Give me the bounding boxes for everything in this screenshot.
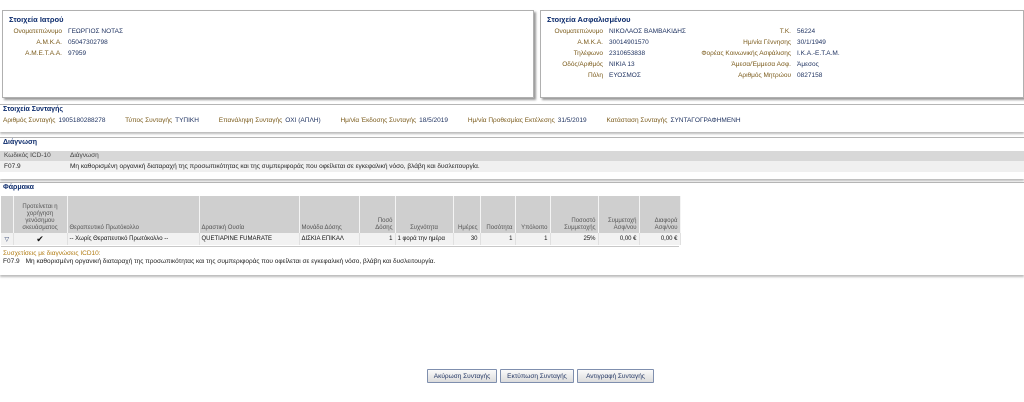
column-header-expand	[1, 196, 14, 233]
column-header-unit: Μονάδα Δόσης	[299, 196, 360, 233]
prescription-fields: Αριθμός Συνταγής 1905180288278 Τύπος Συντ…	[3, 117, 759, 124]
field-label: Ονοματεπώνυμο	[554, 28, 603, 35]
column-header-copay: Συμμετοχή Ασφ/νου	[598, 196, 640, 233]
drug-difference: 0,00 €	[639, 233, 681, 245]
doctor-amka-value: 05047302798	[68, 39, 108, 46]
drug-substance: QUETIAPINE FUMARATE	[199, 233, 300, 245]
drug-protocol: -- Χωρίς Θεραπευτικό Πρωτόκολλο --	[67, 233, 200, 245]
insured-right-fields: Τ.Κ. 56224 Ημ/νία Γέννησης 30/1/1949 Φορέα…	[691, 26, 840, 81]
field-label: Α.Μ.Ε.Τ.Α.Α.	[25, 50, 62, 57]
insured-name-value: ΝΙΚΟΛΑΟΣ ΒΑΜΒΑΚΙΔΗΣ	[609, 28, 686, 35]
field-label: Πόλη	[587, 72, 603, 79]
column-header-difference: Διαφορά Ασφ/νου	[639, 196, 681, 233]
diagnosis-description: Μη καθορισμένη οργανική διαταραχή της πρ…	[70, 163, 480, 170]
expand-row-icon[interactable]: ▽	[1, 233, 14, 245]
field-label: Άμεσα/Έμμεσα Ασφ.	[731, 61, 791, 68]
diagnosis-code: F07.9	[4, 163, 21, 170]
prescription-title: Στοιχεία Συνταγής	[3, 106, 63, 113]
prescription-type-value: ΤΥΠΙΚΗ	[175, 117, 199, 124]
drug-frequency: 1 φορά την ημέρα	[395, 233, 454, 245]
print-prescription-button[interactable]: Εκτύπωση Συνταγής	[500, 369, 574, 383]
drugs-table-header: Προτείνεται η χορήγηση γενόσημου σκευάσμ…	[1, 196, 681, 233]
icd-associations: Συσχετίσεις με διαγνώσεις ICD10: F07.9 Μη…	[3, 250, 435, 266]
diagnosis-table-header: Κωδικός ICD-10 Διάγνωση	[0, 151, 1024, 161]
prescription-number-value: 1905180288278	[58, 117, 106, 124]
insured-birthdate-value: 30/1/1949	[797, 39, 826, 46]
doctor-panel: Στοιχεία Ιατρού Ονοματεπώνυμο ΓΕΩΡΓΙΟΣ ΝΟ…	[2, 10, 534, 98]
field-label: Επανάληψη Συνταγής	[218, 117, 283, 124]
copy-prescription-button[interactable]: Αντιγραφή Συνταγής	[577, 369, 654, 383]
column-header-quantity: Ποσότητα	[480, 196, 516, 233]
field-label: Κατάσταση Συνταγής	[606, 117, 668, 124]
doctor-fields: Ονοματεπώνυμο ΓΕΩΡΓΙΟΣ ΝΟΤΑΣ Α.Μ.Κ.Α. 0504…	[7, 26, 123, 59]
drugs-table-divider	[1, 246, 679, 247]
prescription-status-value: ΣΥΝΤΑΓΟΓΡΑΦΗΜΕΝΗ	[670, 117, 741, 124]
drug-remaining: 1	[515, 233, 551, 245]
insured-panel: Στοιχεία Ασφαλισμένου Ονοματεπώνυμο ΝΙΚΟΛ…	[540, 10, 1024, 98]
field-label: Φορέας Κοινωνικής Ασφάλισης	[701, 50, 791, 57]
insured-phone-value: 2310653838	[609, 50, 646, 57]
drug-days: 30	[453, 233, 481, 245]
column-header-dose: Ποσό Δόσης	[359, 196, 396, 233]
insured-left-fields: Ονοματεπώνυμο ΝΙΚΟΛΑΟΣ ΒΑΜΒΑΚΙΔΗΣ Α.Μ.Κ.Α…	[545, 26, 686, 81]
field-label: Τ.Κ.	[779, 28, 791, 35]
drugs-table: Προτείνεται η χορήγηση γενόσημου σκευάσμ…	[1, 196, 681, 245]
column-header-generic: Προτείνεται η χορήγηση γενόσημου σκευάσμ…	[13, 196, 68, 233]
drug-quantity: 1	[480, 233, 516, 245]
field-label: Α.Μ.Κ.Α.	[36, 39, 62, 46]
field-label: Α.Μ.Κ.Α.	[577, 39, 603, 46]
prescription-issue-date-value: 18/5/2019	[419, 117, 449, 124]
icd-association-description: Μη καθορισμένη οργανική διαταραχή της πρ…	[25, 258, 436, 265]
field-label: Ημ/νία Προθεσμίας Εκτέλεσης	[467, 117, 555, 124]
field-label: Ημ/νία Γέννησης	[743, 39, 791, 46]
drug-dose: 1	[359, 233, 396, 245]
generic-check-icon: ✔	[13, 233, 68, 245]
prescription-deadline-value: 31/5/2019	[557, 117, 587, 124]
column-header-remaining: Υπόλοιπο	[515, 196, 551, 233]
field-label: Τύπος Συνταγής	[125, 117, 173, 124]
doctor-panel-title: Στοιχεία Ιατρού	[9, 15, 64, 24]
insured-zip-value: 56224	[797, 28, 816, 35]
insured-fund-value: Ι.Κ.Α.-Ε.Τ.Α.Μ.	[797, 50, 840, 57]
drug-percentage: 25%	[550, 233, 599, 245]
column-header-protocol: Θεραπευτικό Πρωτόκολλο	[67, 196, 200, 233]
insured-amka-value: 30014901570	[609, 39, 649, 46]
drug-copay: 0,00 €	[598, 233, 640, 245]
column-header-code: Κωδικός ICD-10	[4, 152, 51, 159]
icd-associations-header: Συσχετίσεις με διαγνώσεις ICD10:	[3, 250, 101, 257]
column-header-percentage: Ποσοστό Συμμετοχής	[550, 196, 599, 233]
insured-city-value: ΕΥΟΣΜΟΣ	[609, 72, 641, 79]
doctor-name-value: ΓΕΩΡΓΙΟΣ ΝΟΤΑΣ	[68, 28, 123, 35]
column-header-diagnosis: Διάγνωση	[70, 152, 99, 159]
column-header-substance: Δραστική Ουσία	[199, 196, 300, 233]
icd-association-code: F07.9	[3, 258, 20, 265]
field-label: Αριθμός Μητρώου	[738, 72, 791, 79]
field-label: Ονοματεπώνυμο	[13, 28, 62, 35]
drug-row[interactable]: ▽ ✔ -- Χωρίς Θεραπευτικό Πρωτόκολλο -- Q…	[1, 233, 681, 245]
column-header-frequency: Συχνότητα	[395, 196, 454, 233]
drugs-title: Φάρμακα	[3, 184, 34, 191]
doctor-ametaa-value: 97959	[68, 50, 87, 57]
insured-registry-value: 0827158	[797, 72, 823, 79]
column-header-days: Ημέρες	[453, 196, 481, 233]
field-label: Οδός/Αριθμός	[562, 61, 603, 68]
insured-type-value: Άμεσος	[797, 61, 819, 68]
field-label: Τηλέφωνο	[573, 50, 603, 57]
field-label: Ημ/νία Έκδοσης Συνταγής	[340, 117, 417, 124]
drug-unit: ΔΙΣΚΙΑ ΕΠΙΚΑΛ	[299, 233, 360, 245]
diagnosis-row: F07.9 Μη καθορισμένη οργανική διαταραχή …	[0, 161, 1024, 172]
diagnosis-title: Διάγνωση	[3, 139, 38, 146]
cancel-prescription-button[interactable]: Ακύρωση Συνταγής	[427, 369, 497, 383]
insured-street-value: ΝΙΚΙΑ 13	[609, 61, 635, 68]
insured-panel-title: Στοιχεία Ασφαλισμένου	[547, 15, 631, 24]
field-label: Αριθμός Συνταγής	[3, 117, 56, 124]
prescription-repeat-value: ΟΧΙ (ΑΠΛΗ)	[285, 117, 321, 124]
